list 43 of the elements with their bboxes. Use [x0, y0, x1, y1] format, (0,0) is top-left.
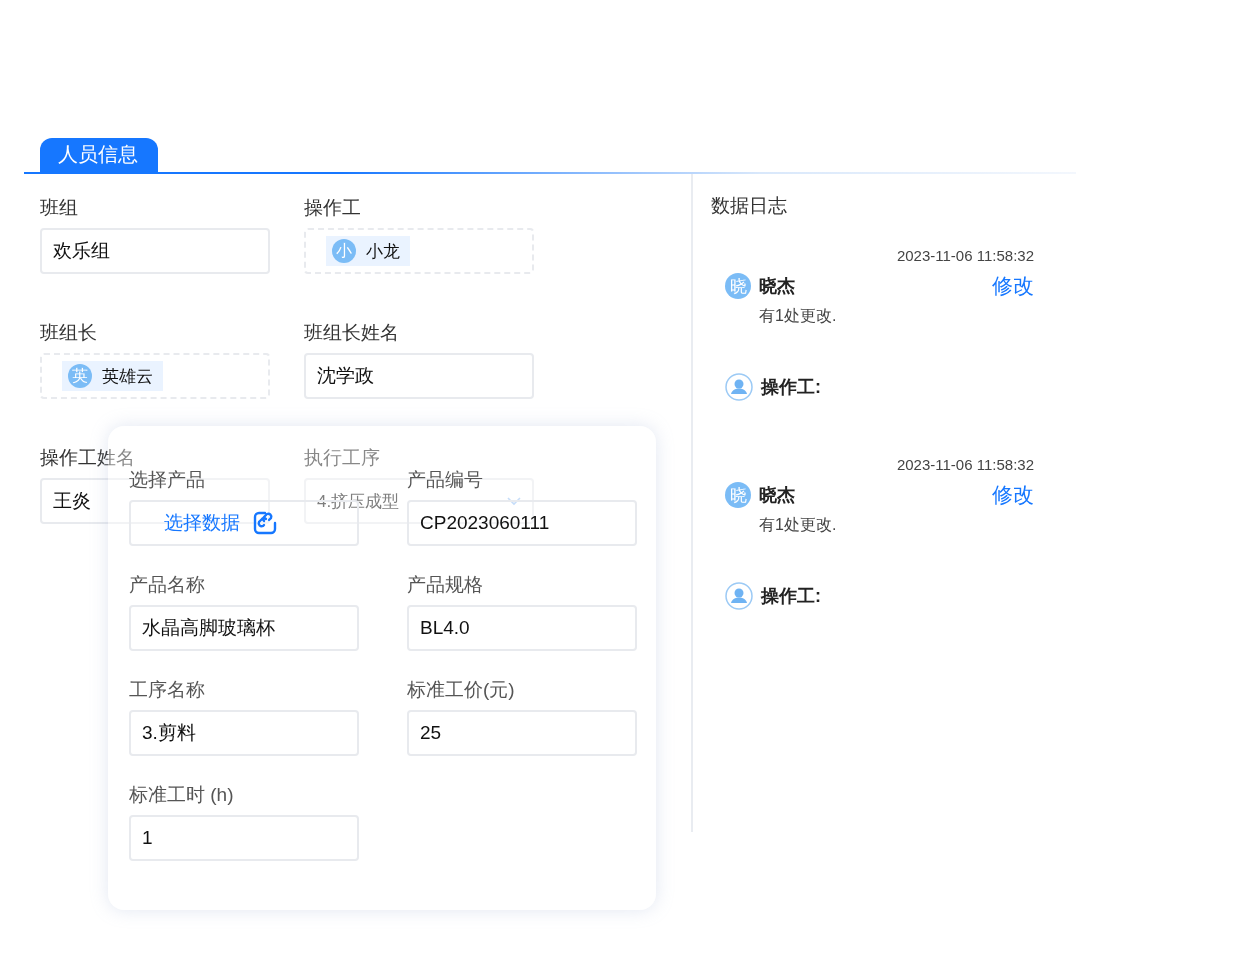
panel-title: 数据日志 — [711, 194, 787, 218]
avatar: 英 — [68, 364, 92, 388]
person-name: 小龙 — [366, 240, 400, 263]
user-name: 晓杰 — [759, 484, 795, 507]
log-message: 有1处更改. — [759, 515, 837, 535]
person-field[interactable]: 英 英雄云 — [40, 353, 270, 399]
avatar: 小 — [332, 239, 356, 263]
action-link[interactable]: 修改 — [992, 272, 1034, 300]
person-name: 英雄云 — [102, 365, 153, 388]
user-name: 晓杰 — [759, 275, 795, 298]
chevron-down-icon — [507, 496, 521, 506]
input-field[interactable]: 1 — [129, 815, 359, 861]
operator-label: 操作工: — [761, 376, 821, 399]
input-field[interactable]: 25 — [407, 710, 637, 756]
field-label: 操作工姓名 — [40, 446, 135, 470]
user-icon — [725, 582, 753, 610]
action-link[interactable]: 修改 — [992, 481, 1034, 509]
operator-label: 操作工: — [761, 585, 821, 608]
field-label: 工序名称 — [129, 678, 205, 702]
person-field[interactable]: 小 小龙 — [304, 228, 534, 274]
field-label: 班组 — [40, 196, 78, 220]
log-message: 有1处更改. — [759, 306, 837, 326]
input-field[interactable]: CP2023060111 — [407, 500, 637, 546]
avatar: 晓 — [725, 273, 751, 299]
field-label: 班组长 — [40, 321, 97, 345]
input-field[interactable]: 沈学政 — [304, 353, 534, 399]
timestamp: 2023-11-06 11:58:32 — [896, 246, 1034, 266]
field-label: 标准工时 (h) — [129, 783, 234, 807]
field-label: 操作工 — [304, 196, 361, 220]
input-field[interactable]: BL4.0 — [407, 605, 637, 651]
timestamp: 2023-11-06 11:58:32 — [896, 455, 1034, 475]
field-label: 产品规格 — [407, 573, 483, 597]
field-label: 班组长姓名 — [304, 321, 399, 345]
input-field[interactable]: 3.剪料 — [129, 710, 359, 756]
user-icon — [725, 373, 753, 401]
input-field[interactable]: 欢乐组 — [40, 228, 270, 274]
field-label: 标准工价(元) — [407, 678, 515, 702]
section-tab[interactable]: 人员信息 — [40, 138, 158, 172]
input-field[interactable]: 水晶高脚玻璃杯 — [129, 605, 359, 651]
field-label: 产品名称 — [129, 573, 205, 597]
avatar: 晓 — [725, 482, 751, 508]
field-label: 执行工序 — [304, 446, 380, 470]
link-icon — [252, 510, 278, 536]
